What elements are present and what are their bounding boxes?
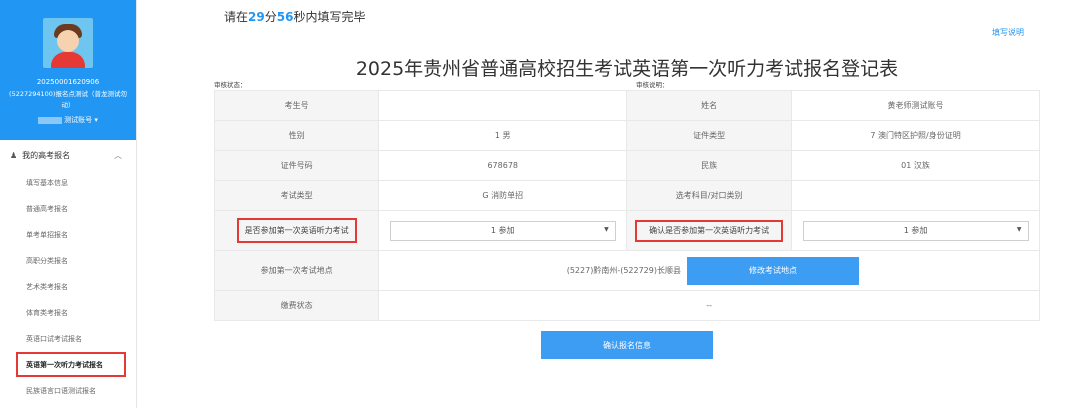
chevron-up-icon: ︿ xyxy=(114,150,122,160)
join-exam-label: 是否参加第一次英语听力考试 xyxy=(213,210,380,251)
modify-location-button[interactable]: 修改考试地点 xyxy=(687,256,859,285)
caret-down-icon: ▾ xyxy=(92,116,98,124)
confirm-join-select[interactable]: 1 参加 ▼ xyxy=(802,220,1029,241)
name-value: 黄老师测试账号 xyxy=(791,90,1040,121)
menu-item-regular[interactable]: 普通高考报名 xyxy=(0,196,136,222)
exam-no-label: 考生号 xyxy=(213,90,380,121)
fee-status-label: 缴费状态 xyxy=(213,290,380,321)
id-no-label: 证件号码 xyxy=(213,150,380,181)
ethnic-value: 01 汉族 xyxy=(791,150,1040,181)
person-icon: ♟ xyxy=(10,150,18,160)
page-title: 2025年贵州省普通高校招生考试英语第一次听力考试报名登记表 xyxy=(355,58,899,80)
confirm-join-label: 确认是否参加第一次英语听力考试 xyxy=(626,210,793,251)
join-exam-select[interactable]: 1 参加 ▼ xyxy=(389,220,616,241)
account-dropdown[interactable]: 测试账号 ▾ xyxy=(0,115,136,125)
subject-value xyxy=(791,180,1040,211)
sidebar: 20250001620906 (5227294100)报名点测试（普龙测试勿动）… xyxy=(0,0,137,408)
exam-type-value: G 消防单招 xyxy=(378,180,628,211)
menu-group-label: 我的高考报名 xyxy=(22,150,71,160)
countdown-timer: 请在29分56秒内填写完毕 xyxy=(224,10,366,24)
menu-item-single[interactable]: 单考单招报名 xyxy=(0,222,136,248)
user-org: (5227294100)报名点测试（普龙测试勿动） xyxy=(9,90,127,109)
id-type-label: 证件类型 xyxy=(626,120,793,151)
masked-text xyxy=(38,116,63,124)
avatar xyxy=(43,18,93,68)
subject-label: 选考科目/对口类别 xyxy=(626,180,793,211)
highlight-box-menu xyxy=(16,352,126,377)
id-type-value: 7 澳门特区护照/身份证明 xyxy=(791,120,1040,151)
review-note-label: 审核说明： xyxy=(636,81,669,89)
menu-item-sports[interactable]: 体育类考报名 xyxy=(0,300,136,326)
menu-item-english-oral[interactable]: 英语口试考试报名 xyxy=(0,326,136,352)
account-label: 测试账号 xyxy=(64,116,93,124)
name-label: 姓名 xyxy=(626,90,793,121)
confirm-registration-button[interactable]: 确认报名信息 xyxy=(541,331,713,359)
help-link[interactable]: 填写说明 xyxy=(992,27,1024,38)
id-no-value: 678678 xyxy=(378,150,628,181)
gender-label: 性别 xyxy=(213,120,380,151)
ethnic-label: 民族 xyxy=(626,150,793,181)
menu-item-art[interactable]: 艺术类考报名 xyxy=(0,274,136,300)
profile-panel: 20250001620906 (5227294100)报名点测试（普龙测试勿动）… xyxy=(0,0,136,140)
exam-type-label: 考试类型 xyxy=(213,180,380,211)
registration-form: 考生号 姓名 黄老师测试账号 性别 1 男 证件类型 7 澳门特区护照/身份证明… xyxy=(213,90,1040,321)
review-status-label: 审核状态： xyxy=(214,81,247,89)
menu-item-vocational[interactable]: 高职分类报名 xyxy=(0,248,136,274)
gender-value: 1 男 xyxy=(378,120,628,151)
location-value: (5227)黔南州-(522729)长顺县 xyxy=(566,266,681,275)
menu-item-basic-info[interactable]: 填写基本信息 xyxy=(0,170,136,196)
user-id: 20250001620906 xyxy=(36,78,100,86)
menu-item-ethnic-oral[interactable]: 民族语言口语测试报名 xyxy=(0,378,136,404)
exam-no-value xyxy=(378,90,628,121)
dropdown-arrow-icon: ▼ xyxy=(1016,225,1022,233)
menu-group-gaokao[interactable]: ♟ 我的高考报名 ︿ xyxy=(0,140,136,170)
dropdown-arrow-icon: ▼ xyxy=(604,225,609,233)
fee-status-value: -- xyxy=(378,290,1040,321)
location-label: 参加第一次考试地点 xyxy=(213,250,380,291)
